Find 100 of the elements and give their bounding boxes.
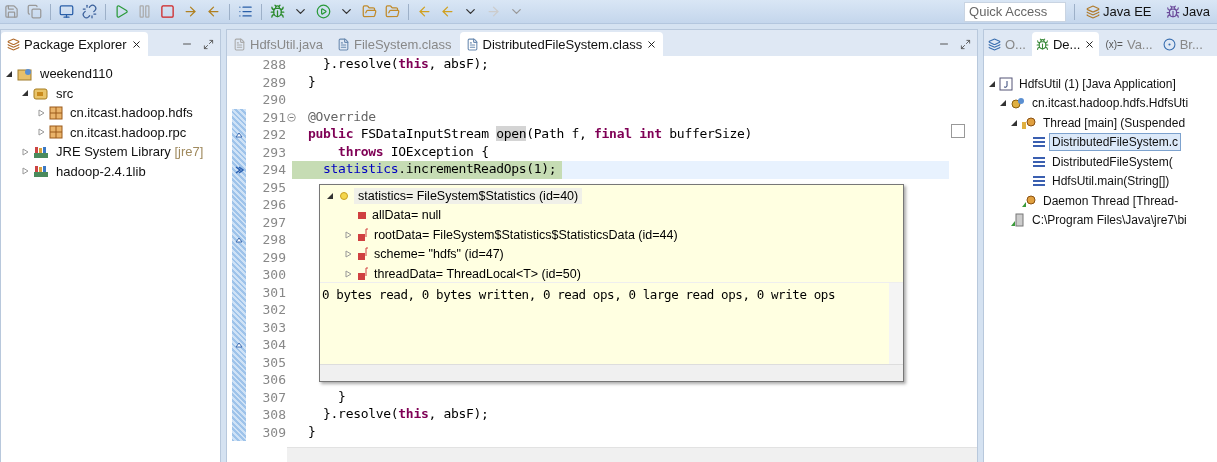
class-file-icon	[336, 37, 350, 51]
arrow-right-icon[interactable]	[183, 4, 198, 19]
debug-tree-item[interactable]: cn.itcast.hadoop.hdfs.HdfsUti	[1029, 94, 1192, 113]
breakpoint-icon	[1162, 37, 1176, 51]
triangle-right-icon[interactable]	[344, 269, 352, 278]
library-books-icon	[33, 164, 49, 179]
view-tab[interactable]: De...	[1031, 32, 1100, 56]
stop-icon[interactable]	[160, 4, 175, 19]
line-number: 302	[261, 301, 286, 319]
view-tab[interactable]: Package Explorer	[1, 32, 148, 56]
view-tab[interactable]: (x)= Va...	[1101, 32, 1157, 56]
debug-tree-item[interactable]: Daemon Thread [Thread-	[1040, 191, 1182, 210]
java-file-icon	[233, 37, 246, 51]
triangle-right-icon[interactable]	[21, 167, 29, 176]
debug-tree-item[interactable]: DistributedFileSystem(	[1049, 152, 1176, 171]
final-field-icon	[357, 247, 369, 262]
code-line: @Override	[308, 108, 377, 126]
stack-frame-icon	[1032, 175, 1046, 188]
code-line: }	[308, 423, 317, 441]
unlink-icon[interactable]	[82, 4, 97, 19]
bug-icon	[1035, 37, 1049, 51]
line-number: 297	[261, 213, 286, 231]
line-number: 307	[261, 388, 286, 406]
outline-icon	[988, 37, 1001, 51]
run-icon[interactable]	[316, 4, 331, 19]
close-icon[interactable]	[130, 38, 142, 50]
editor-tab[interactable]: DistributedFileSystem.class	[459, 32, 664, 56]
line-number: 305	[261, 353, 286, 371]
scrollbar-thumb[interactable]	[951, 124, 965, 138]
source-folder-icon	[33, 86, 49, 101]
line-number: 291	[261, 108, 286, 126]
line-number: 292	[261, 126, 286, 144]
variable-label[interactable]: rootData= FileSystem$Statistics$StatisticsData (id=44)	[374, 227, 678, 242]
tree-item[interactable]: cn.itcast.hadoop.hdfs	[67, 103, 196, 123]
code-line: }	[337, 388, 347, 406]
tree-item[interactable]: JRE System Library [jre7]	[53, 142, 207, 162]
instruction-pointer-icon	[234, 165, 244, 174]
close-icon[interactable]	[646, 38, 658, 50]
triangle-right-icon[interactable]	[344, 250, 352, 259]
debug-tree-item[interactable]: DistributedFileSystem.c	[1049, 133, 1182, 152]
override-marker-icon	[235, 236, 243, 243]
vertical-scrollbar[interactable]	[889, 283, 903, 364]
triangle-right-icon[interactable]	[344, 230, 352, 239]
perspective-button[interactable]: Java EE	[1083, 1, 1155, 22]
line-number: 290	[261, 91, 286, 109]
tree-item[interactable]: weekend110	[37, 64, 116, 84]
list-icon[interactable]	[238, 4, 253, 19]
triangle-right-icon[interactable]	[37, 128, 45, 137]
line-number: 293	[261, 143, 286, 161]
triangle-right-icon[interactable]	[37, 108, 45, 117]
java-perspective-icon	[1165, 4, 1180, 19]
line-number: 306	[261, 371, 286, 389]
line-number: 299	[261, 248, 286, 266]
copy-icon[interactable]	[27, 4, 42, 19]
maximize-icon[interactable]	[960, 38, 971, 50]
close-icon[interactable]	[1084, 38, 1096, 50]
debug-tree-item[interactable]: HdfsUtil.main(String[])	[1049, 172, 1173, 191]
debug-tree-item[interactable]: HdfsUtil (1) [Java Application]	[1016, 74, 1179, 93]
monitor-icon[interactable]	[59, 4, 74, 19]
save-icon[interactable]	[4, 4, 19, 19]
debug-tree-item[interactable]: Thread [main] (Suspended	[1040, 113, 1189, 132]
line-number: 303	[261, 318, 286, 336]
fold-toggle-icon[interactable]	[287, 112, 296, 122]
folder-icon[interactable]	[362, 4, 377, 19]
triangle-down-icon[interactable]	[988, 79, 996, 88]
tree-item[interactable]: cn.itcast.hadoop.rpc	[67, 122, 190, 142]
pause-icon[interactable]	[137, 4, 152, 19]
folder-icon[interactable]	[385, 4, 400, 19]
triangle-down-icon[interactable]	[21, 89, 29, 98]
line-number: 295	[261, 178, 286, 196]
triangle-down-icon[interactable]	[5, 69, 13, 78]
tree-item[interactable]: hadoop-2.4.1lib	[53, 161, 149, 181]
triangle-down-icon[interactable]	[326, 191, 334, 200]
library-books-icon	[33, 144, 49, 159]
triangle-right-icon[interactable]	[21, 147, 29, 156]
stack-frame-icon	[1032, 136, 1046, 149]
horizontal-scrollbar[interactable]	[320, 364, 903, 381]
triangle-down-icon[interactable]	[999, 99, 1007, 108]
variable-label[interactable]: statistics= FileSystem$Statistics (id=40)	[354, 187, 583, 204]
maximize-icon[interactable]	[203, 38, 214, 50]
code-line: }.resolve(this, absF);	[322, 406, 490, 423]
triangle-down-icon[interactable]	[1010, 118, 1018, 127]
line-number: 289	[261, 73, 286, 91]
perspective-button[interactable]: Java	[1162, 1, 1213, 22]
bug-icon[interactable]	[270, 4, 285, 19]
variable-label[interactable]: scheme= "hdfs" (id=47)	[374, 247, 504, 262]
line-number: 301	[261, 283, 286, 301]
line-number: 296	[261, 196, 286, 214]
override-marker-icon	[235, 131, 243, 138]
line-number: 294	[261, 161, 286, 179]
quick-access-field[interactable]: Quick Access	[964, 1, 1067, 22]
tree-item[interactable]: src	[53, 83, 77, 103]
play-icon[interactable]	[114, 4, 129, 19]
override-marker-icon	[235, 341, 243, 348]
circle-icon	[339, 190, 349, 201]
java-application-icon	[999, 76, 1013, 91]
variable-label[interactable]: threadData= ThreadLocal<T> (id=50)	[374, 266, 581, 281]
horizontal-scrollbar[interactable]	[287, 447, 977, 462]
variable-label[interactable]: allData= null	[372, 208, 442, 223]
debug-tree-item[interactable]: C:\Program Files\Java\jre7\bi	[1029, 211, 1190, 230]
